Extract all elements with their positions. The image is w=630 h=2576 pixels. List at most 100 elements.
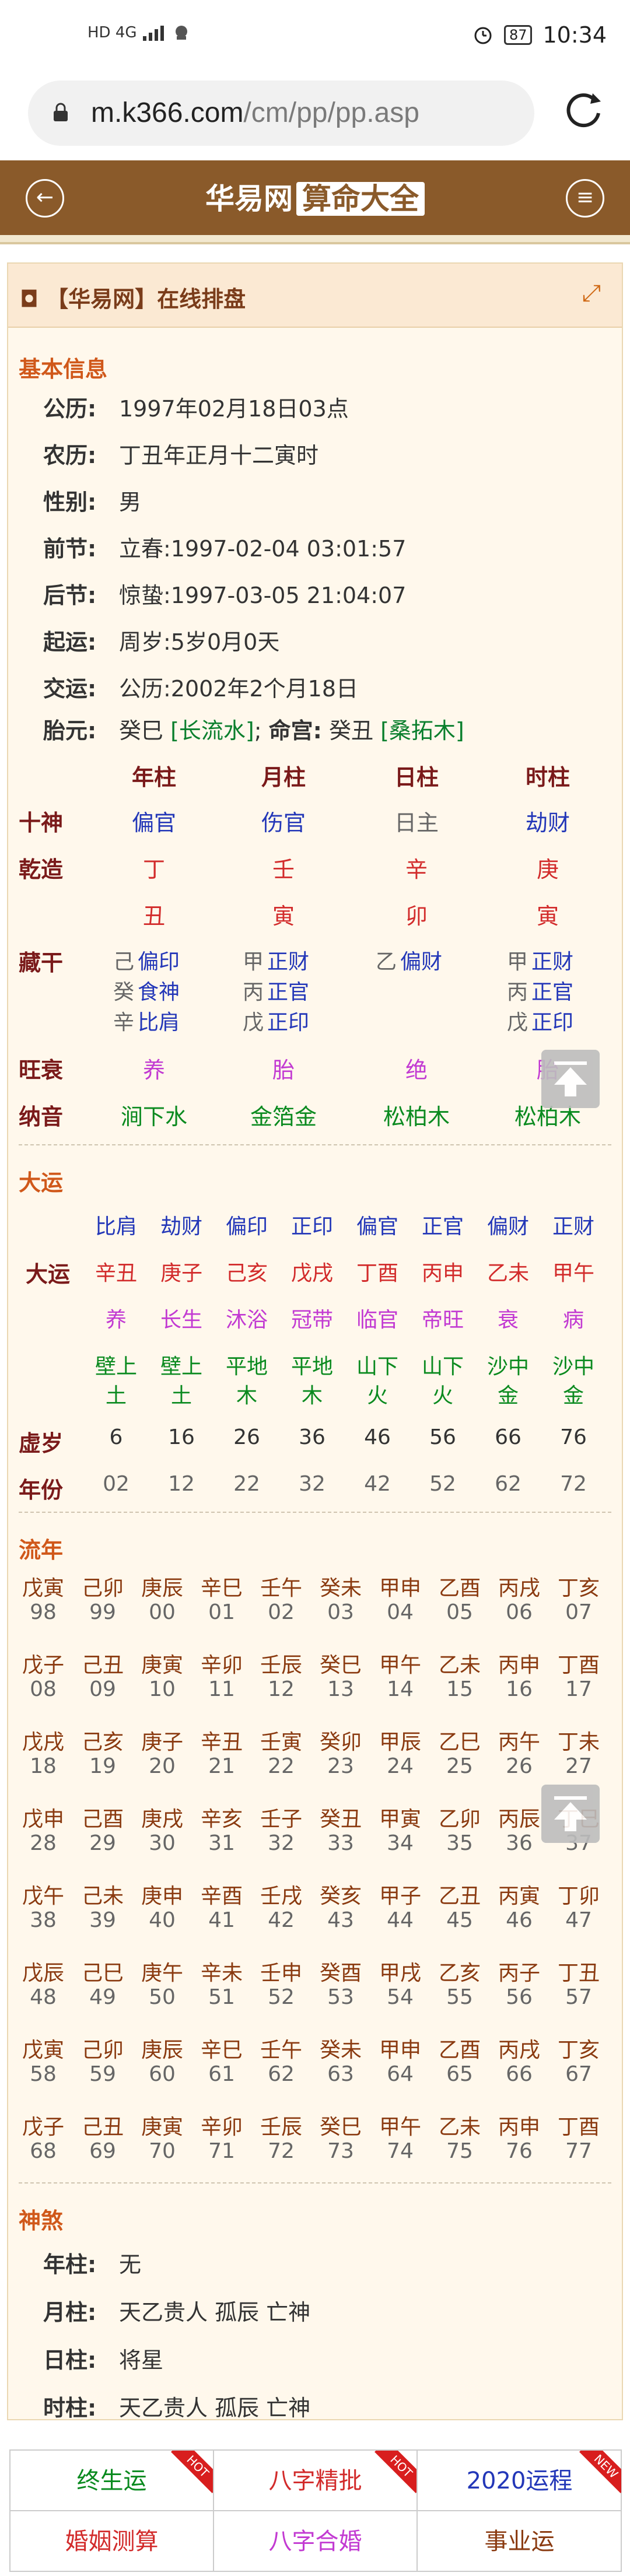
liunian-ganzhi: 癸丑: [319, 1807, 362, 1831]
liunian-ganzhi: 己丑: [81, 2115, 124, 2139]
liunian-year: 10: [149, 1677, 176, 1701]
liunian-year: 41: [208, 1908, 235, 1932]
liunian-year: 53: [327, 1985, 354, 2009]
canggan-item: 丙正官: [243, 975, 309, 1005]
taiyuan-row: 癸巳 [长流水]; 命宫: 癸丑 [桑拓木]: [119, 713, 464, 745]
scroll-top-button[interactable]: [541, 1050, 600, 1108]
dayun-age: 56: [429, 1425, 456, 1449]
liunian-year: 51: [208, 1985, 235, 2009]
canggan-stem: 甲: [243, 950, 264, 974]
dayun-age: 26: [233, 1425, 260, 1449]
dayun-year: 62: [495, 1472, 522, 1496]
liunian-year: 12: [268, 1677, 295, 1701]
notification-icon: [175, 26, 187, 40]
canggan-stem: 戊: [243, 1011, 264, 1035]
dayun-nayin-bottom: 火: [366, 1384, 388, 1408]
badge-ribbon: NEW: [579, 2451, 621, 2493]
liunian-year: 38: [30, 1908, 57, 1932]
bottom-nav-item[interactable]: 2020运程 NEW: [418, 2451, 621, 2511]
liunian-ganzhi: 丙辰: [498, 1807, 540, 1831]
liunian-year: 11: [208, 1677, 235, 1701]
panel-title: ◘ 【华易网】在线排盘: [20, 286, 246, 312]
liunian-year: 56: [506, 1985, 533, 2009]
dayun-ganzhi: 甲午: [552, 1261, 594, 1285]
canggan-item: 癸食神: [113, 975, 180, 1005]
taiyuan-value: 癸巳: [119, 718, 164, 744]
liunian-ganzhi: 壬寅: [260, 1730, 302, 1754]
dayun-state: 长生: [160, 1308, 202, 1332]
pillar-header: 时柱: [525, 765, 570, 790]
menu-button[interactable]: ≡: [566, 179, 604, 218]
dayun-nayin-top: 平地: [290, 1355, 333, 1379]
bottom-nav-label: 事业运: [484, 2528, 555, 2555]
liunian-year: 01: [208, 1600, 235, 1624]
dayun-label: 大运: [26, 1261, 71, 1287]
dayun-nayin-top: 壁上: [94, 1355, 137, 1379]
dayun-age: 76: [560, 1425, 587, 1449]
liunian-ganzhi: 壬辰: [260, 2115, 302, 2139]
pillar-header: 日柱: [394, 765, 439, 790]
canggan-shishen: 正印: [531, 1011, 574, 1035]
canggan-item: 甲正财: [243, 945, 309, 975]
liunian-ganzhi: 壬辰: [260, 1653, 302, 1677]
liunian-ganzhi: 庚午: [141, 1961, 183, 1985]
liunian-ganzhi: 戊寅: [22, 1576, 64, 1600]
liunian-ganzhi: 乙亥: [438, 1961, 481, 1985]
liunian-ganzhi: 辛丑: [200, 1730, 243, 1754]
reload-icon[interactable]: [560, 87, 607, 134]
liunian-ganzhi: 丙戌: [498, 1576, 540, 1600]
liunian-ganzhi: 丙戌: [498, 2038, 540, 2062]
liunian-ganzhi: 丁丑: [557, 1961, 600, 1985]
separator: ;: [254, 718, 262, 744]
nayin-cell: 金箔金: [250, 1104, 317, 1130]
canggan-item: 乙偏财: [376, 945, 442, 975]
basic-value: 惊蛰:1997-03-05 21:04:07: [119, 583, 407, 608]
liunian-year: 72: [268, 2139, 295, 2163]
dayun-year: 42: [364, 1472, 391, 1496]
expand-icon[interactable]: ⤢: [582, 280, 607, 307]
liunian-year: 39: [89, 1908, 116, 1932]
dayun-nayin-bottom: 金: [497, 1384, 519, 1408]
liunian-year: 46: [506, 1908, 533, 1932]
site-tag: 算命大全: [296, 182, 425, 216]
liunian-ganzhi: 甲戌: [379, 1961, 421, 1985]
liunian-year: 27: [565, 1754, 592, 1778]
bottom-nav-item[interactable]: 八字合婚: [214, 2511, 418, 2572]
bottom-nav-item[interactable]: 婚姻测算: [10, 2511, 214, 2572]
alarm-icon: [474, 27, 492, 44]
liunian-year: 25: [446, 1754, 473, 1778]
liunian-ganzhi: 己卯: [81, 2038, 124, 2062]
liunian-ganzhi: 辛卯: [200, 1653, 243, 1677]
bottom-nav-item[interactable]: 事业运: [418, 2511, 621, 2572]
liunian-year: 19: [89, 1754, 116, 1778]
liunian-ganzhi: 戊申: [22, 1807, 64, 1831]
scroll-top-button[interactable]: [541, 1785, 600, 1843]
liunian-year: 98: [30, 1600, 57, 1624]
bottom-nav-item[interactable]: 终生运 HOT: [10, 2451, 214, 2511]
dayun-nayin-top: 山下: [356, 1355, 398, 1379]
canggan-item: 辛比肩: [113, 1005, 180, 1036]
canggan-shishen: 偏印: [138, 950, 180, 974]
section-dayun-heading: 大运: [19, 1170, 64, 1196]
dayun-nayin-top: 壁上: [160, 1355, 202, 1379]
dayun-nayin-bottom: 金: [562, 1384, 584, 1408]
liunian-year: 21: [208, 1754, 235, 1778]
bottom-nav-item[interactable]: 八字精批 HOT: [214, 2451, 418, 2511]
liunian-ganzhi: 壬戌: [260, 1884, 302, 1908]
battery-indicator: 87: [503, 25, 533, 45]
wangshuai-cell: 胎: [272, 1057, 295, 1083]
dayun-state: 衰: [497, 1308, 519, 1332]
liunian-ganzhi: 辛未: [200, 1961, 243, 1985]
liunian-year: 18: [30, 1754, 57, 1778]
liunian-year: 40: [149, 1908, 176, 1932]
dizhi-cell: 卯: [405, 903, 428, 929]
liunian-ganzhi: 丙申: [498, 2115, 540, 2139]
taiyuan-label: 胎元:: [43, 718, 97, 744]
shensha-value: 天乙贵人 孤辰 亡神: [119, 2395, 311, 2421]
dayun-year: 12: [168, 1472, 195, 1496]
liunian-year: 99: [89, 1600, 116, 1624]
address-bar[interactable]: m.k366.com/cm/pp/pp.asp: [28, 80, 534, 146]
liunian-ganzhi: 庚申: [141, 1884, 183, 1908]
liunian-year: 48: [30, 1985, 57, 2009]
liunian-year: 73: [327, 2139, 354, 2163]
